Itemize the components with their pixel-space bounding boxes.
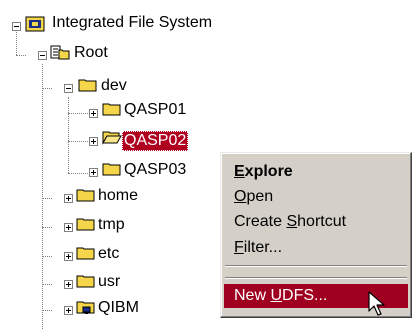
- tree-node-dev[interactable]: dev: [99, 76, 129, 96]
- expand-toggle[interactable]: [89, 168, 98, 177]
- folder-icon: [102, 103, 121, 116]
- tree-node-usr[interactable]: usr: [96, 272, 122, 292]
- expand-toggle[interactable]: [64, 306, 73, 315]
- menu-item-create-shortcut[interactable]: Create Shortcut: [224, 210, 408, 234]
- tree-node-tmp[interactable]: tmp: [96, 215, 127, 235]
- expand-toggle[interactable]: [89, 109, 98, 118]
- open-folder-icon: [102, 131, 122, 145]
- tree-line: [42, 64, 43, 329]
- mouse-pointer-icon: [368, 291, 385, 316]
- tree-line: [42, 227, 52, 228]
- tree-line: [42, 88, 52, 89]
- tree-node-qasp01[interactable]: QASP01: [122, 100, 188, 120]
- menu-item-filter[interactable]: Filter...: [224, 236, 408, 260]
- tree-line: [42, 256, 52, 257]
- tree-line: [42, 284, 52, 285]
- menu-separator: [225, 265, 407, 267]
- tree-line: [16, 30, 17, 55]
- tree-line: [16, 55, 26, 56]
- collapse-toggle[interactable]: [64, 84, 73, 93]
- folder-icon: [76, 247, 95, 260]
- menu-item-explore[interactable]: Explore: [224, 160, 408, 184]
- collapse-toggle[interactable]: [12, 22, 21, 31]
- folder-icon: [102, 163, 121, 176]
- system-icon: [25, 16, 45, 32]
- folder-icon: [76, 189, 95, 202]
- expand-toggle[interactable]: [89, 137, 98, 146]
- menu-item-open[interactable]: Open: [224, 185, 408, 209]
- tree-node-qibm[interactable]: QIBM: [96, 298, 141, 318]
- expand-toggle[interactable]: [64, 280, 73, 289]
- tree-node-home[interactable]: home: [96, 186, 140, 206]
- menu-separator: [225, 277, 407, 279]
- folder-icon: [76, 218, 95, 231]
- tree-line: [42, 310, 52, 311]
- root-folder-icon: [50, 45, 70, 60]
- expand-toggle[interactable]: [64, 194, 73, 203]
- tree-node-etc[interactable]: etc: [96, 244, 121, 264]
- tree-line: [42, 198, 52, 199]
- collapse-toggle[interactable]: [38, 51, 47, 60]
- expand-toggle[interactable]: [64, 223, 73, 232]
- folder-icon: [78, 79, 97, 92]
- expand-toggle[interactable]: [64, 252, 73, 261]
- tree-node-root[interactable]: Root: [72, 43, 110, 63]
- tree-node-integrated-file-system[interactable]: Integrated File System: [50, 13, 214, 33]
- tree-node-qasp02-selected[interactable]: QASP02: [122, 131, 189, 151]
- folder-icon: [76, 275, 95, 288]
- network-folder-icon: [76, 301, 95, 314]
- tree-line: [68, 97, 69, 173]
- tree-node-qasp03[interactable]: QASP03: [122, 160, 188, 180]
